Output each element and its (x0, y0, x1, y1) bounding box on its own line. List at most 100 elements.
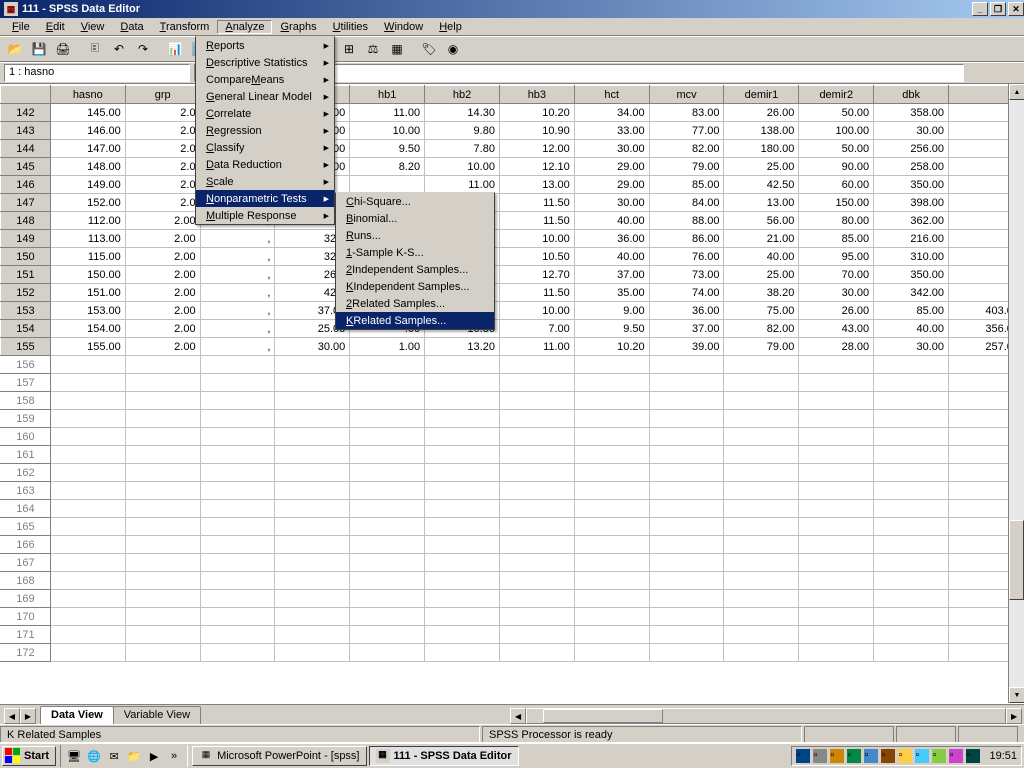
data-cell[interactable] (50, 608, 125, 626)
data-cell[interactable]: 11.50 (499, 212, 574, 230)
data-cell[interactable]: 112.00 (50, 212, 125, 230)
menu-view[interactable]: View (73, 20, 113, 34)
data-cell[interactable]: 25.00 (724, 266, 799, 284)
data-cell[interactable] (724, 500, 799, 518)
submenu-item--related-samples-[interactable]: 2 Related Samples... (336, 295, 494, 312)
row-header[interactable]: 142 (1, 104, 51, 122)
data-cell[interactable] (275, 374, 350, 392)
data-cell[interactable] (649, 590, 724, 608)
print-button[interactable]: 🖨 (52, 38, 74, 60)
data-cell[interactable] (125, 626, 200, 644)
data-cell[interactable] (275, 410, 350, 428)
data-cell[interactable] (799, 374, 874, 392)
data-cell[interactable]: 76.00 (649, 248, 724, 266)
data-cell[interactable] (200, 536, 275, 554)
data-cell[interactable] (874, 572, 949, 590)
column-header-hct[interactable]: hct (574, 86, 649, 104)
data-cell[interactable]: 30.00 (799, 284, 874, 302)
data-cell[interactable]: 7.00 (499, 320, 574, 338)
row-header[interactable]: 154 (1, 320, 51, 338)
data-cell[interactable] (649, 518, 724, 536)
data-cell[interactable] (200, 626, 275, 644)
data-cell[interactable]: 155.00 (50, 338, 125, 356)
data-cell[interactable] (574, 410, 649, 428)
data-cell[interactable] (125, 608, 200, 626)
data-cell[interactable]: 36.00 (649, 302, 724, 320)
data-cell[interactable] (724, 392, 799, 410)
data-cell[interactable]: , (200, 266, 275, 284)
data-cell[interactable] (275, 626, 350, 644)
tray-icon[interactable]: ▫ (813, 749, 827, 763)
data-cell[interactable]: 88.00 (649, 212, 724, 230)
data-cell[interactable] (724, 626, 799, 644)
data-cell[interactable]: 2.00 (125, 266, 200, 284)
tray-icon[interactable]: ▫ (898, 749, 912, 763)
data-cell[interactable]: 2.0 (125, 194, 200, 212)
data-cell[interactable] (350, 482, 425, 500)
data-cell[interactable]: 362.00 (874, 212, 949, 230)
data-cell[interactable] (275, 644, 350, 662)
row-header[interactable]: 167 (1, 554, 51, 572)
data-cell[interactable] (649, 356, 724, 374)
data-cell[interactable]: 36.00 (574, 230, 649, 248)
tray-icon[interactable]: ▫ (932, 749, 946, 763)
data-cell[interactable] (350, 536, 425, 554)
data-cell[interactable]: 152.00 (50, 194, 125, 212)
data-cell[interactable] (799, 482, 874, 500)
data-cell[interactable] (724, 518, 799, 536)
data-cell[interactable] (50, 392, 125, 410)
data-cell[interactable] (799, 608, 874, 626)
data-cell[interactable]: 30.00 (874, 338, 949, 356)
row-header[interactable]: 166 (1, 536, 51, 554)
row-header[interactable]: 149 (1, 230, 51, 248)
menu-item-data-reduction[interactable]: Data Reduction (196, 156, 334, 173)
data-grid[interactable]: hasnogrpcnsythb1hb2hb3hctmcvdemir1demir2… (0, 85, 1024, 662)
data-cell[interactable] (350, 446, 425, 464)
data-cell[interactable] (574, 392, 649, 410)
data-cell[interactable]: 42.50 (724, 176, 799, 194)
data-cell[interactable] (350, 590, 425, 608)
data-cell[interactable]: , (200, 302, 275, 320)
data-cell[interactable] (874, 374, 949, 392)
data-cell[interactable] (799, 626, 874, 644)
row-header[interactable]: 156 (1, 356, 51, 374)
menu-item-general-linear-model[interactable]: General Linear Model (196, 88, 334, 105)
data-cell[interactable]: 154.00 (50, 320, 125, 338)
data-cell[interactable]: 77.00 (649, 122, 724, 140)
tray-icon[interactable]: ▫ (864, 749, 878, 763)
data-cell[interactable] (649, 644, 724, 662)
data-cell[interactable] (724, 554, 799, 572)
menu-graphs[interactable]: Graphs (272, 20, 324, 34)
row-header[interactable]: 152 (1, 284, 51, 302)
tab-nav-right[interactable]: ▶ (20, 708, 36, 724)
data-cell[interactable] (874, 536, 949, 554)
data-cell[interactable] (350, 392, 425, 410)
data-cell[interactable]: 2.00 (125, 302, 200, 320)
data-cell[interactable]: 40.00 (724, 248, 799, 266)
data-cell[interactable] (799, 554, 874, 572)
data-cell[interactable]: 50.00 (799, 140, 874, 158)
data-cell[interactable]: 12.70 (499, 266, 574, 284)
data-cell[interactable] (425, 374, 500, 392)
data-cell[interactable]: 2.0 (125, 104, 200, 122)
column-header-grp[interactable]: grp (125, 86, 200, 104)
data-cell[interactable] (200, 356, 275, 374)
data-cell[interactable] (574, 626, 649, 644)
data-cell[interactable]: 350.00 (874, 176, 949, 194)
data-cell[interactable] (799, 356, 874, 374)
row-header[interactable]: 171 (1, 626, 51, 644)
data-cell[interactable]: 33.00 (574, 122, 649, 140)
data-cell[interactable] (275, 590, 350, 608)
select-button[interactable]: ▦ (386, 38, 408, 60)
data-cell[interactable]: 13.00 (499, 176, 574, 194)
data-cell[interactable]: 2.0 (125, 140, 200, 158)
data-cell[interactable]: 358.00 (874, 104, 949, 122)
data-cell[interactable] (275, 572, 350, 590)
data-cell[interactable] (200, 482, 275, 500)
data-cell[interactable] (649, 500, 724, 518)
horizontal-scrollbar[interactable] (526, 708, 1006, 724)
data-cell[interactable] (574, 356, 649, 374)
data-cell[interactable] (425, 446, 500, 464)
data-cell[interactable] (125, 644, 200, 662)
data-cell[interactable] (799, 500, 874, 518)
